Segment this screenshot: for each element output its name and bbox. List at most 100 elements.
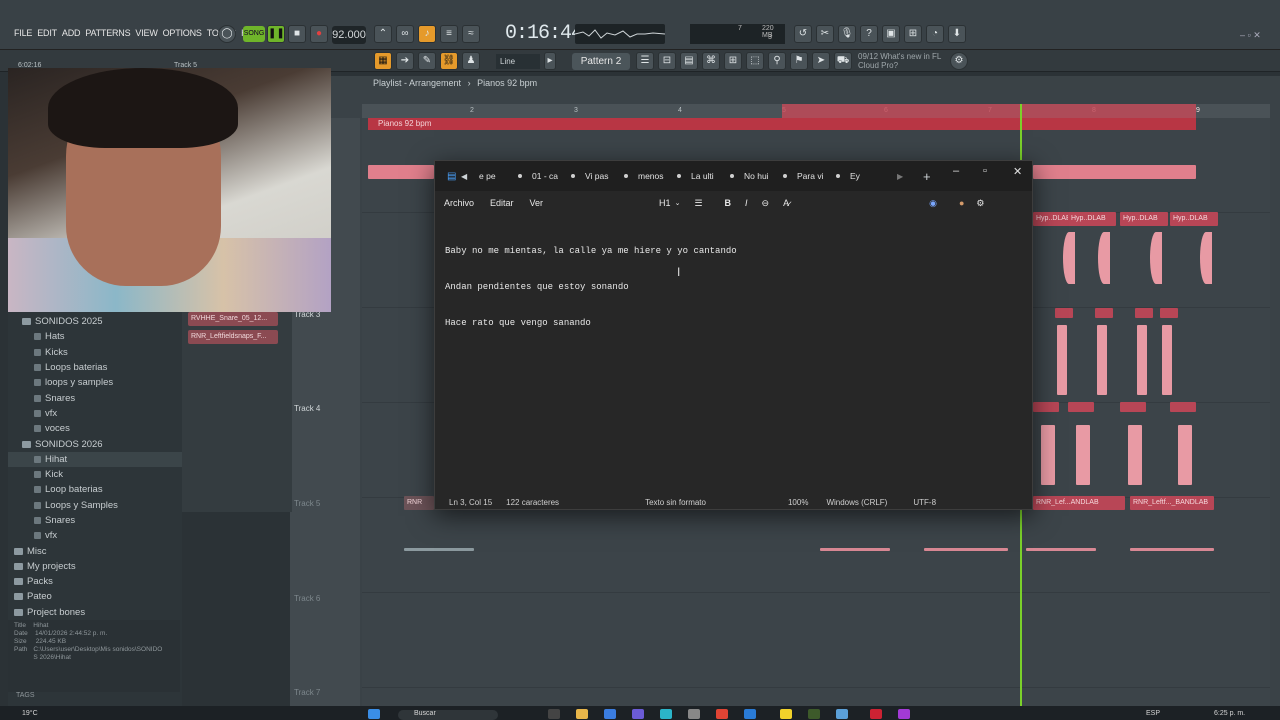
mic-icon[interactable]: 🎙 [838, 25, 856, 43]
tag-icon[interactable]: ⬚ [746, 52, 764, 70]
clip-waveform[interactable] [1041, 425, 1055, 485]
clip-waveform[interactable] [1026, 548, 1096, 551]
countdown-icon[interactable]: ♪ [418, 25, 436, 43]
browser-item[interactable]: loops y samples [8, 375, 182, 390]
notepad-tab[interactable]: e pe [473, 171, 526, 181]
plugin-icon[interactable]: ⊞ [904, 25, 922, 43]
store-icon[interactable] [604, 709, 616, 719]
new-tab-icon[interactable]: + [923, 169, 931, 184]
list-icon[interactable]: ☰ [694, 198, 702, 209]
browser-item[interactable]: Kicks [8, 345, 182, 360]
browser-item[interactable]: Snares [8, 513, 182, 528]
browser-item[interactable]: Hihat [8, 451, 182, 467]
piano-roll-icon[interactable]: ▤ [680, 52, 698, 70]
snap-select[interactable]: Line [496, 54, 540, 69]
pattern-selector[interactable]: Pattern 2 [572, 53, 630, 70]
menu-add[interactable]: ADD [62, 28, 81, 38]
cut-icon[interactable]: ✂ [816, 25, 834, 43]
browser-item[interactable]: Loop baterias [8, 482, 182, 497]
clip-small[interactable] [1160, 308, 1178, 318]
news-panel[interactable]: 09/12 What's new in FL Cloud Pro? [858, 52, 941, 70]
clip-hyp-dlab[interactable]: Hyp..DLAB [1120, 212, 1168, 226]
notepad-settings-icon[interactable]: ⚙ [976, 198, 984, 209]
browser-item[interactable]: SONIDOS 2026 [8, 436, 182, 451]
notepad-tab[interactable]: No hui [738, 171, 791, 181]
download-icon[interactable]: ⬇ [948, 25, 966, 43]
clip-hyp-dlab[interactable]: Hyp..DLAB [1170, 212, 1218, 226]
save-icon[interactable]: ▣ [882, 25, 900, 43]
clip-waveform[interactable] [1130, 548, 1214, 551]
loop-record-icon[interactable]: ∞ [396, 25, 414, 43]
menu-view[interactable]: VIEW [135, 28, 157, 38]
link-icon[interactable]: ⛓ [440, 52, 458, 70]
clip-hyp-dlab[interactable]: Hyp..DLAB [1068, 212, 1116, 226]
clip-small[interactable] [1135, 308, 1153, 318]
clip-waveform[interactable] [1200, 232, 1212, 284]
channel-rack-icon[interactable]: ⊟ [658, 52, 676, 70]
playlist-icon[interactable]: ▦ [374, 52, 392, 70]
menu-archivo[interactable]: Archivo [444, 198, 474, 208]
bold-icon[interactable]: B [725, 198, 732, 208]
metronome-icon[interactable]: ⌃ [374, 25, 392, 43]
teams-icon[interactable] [632, 709, 644, 719]
browser-item[interactable]: Pateo [8, 589, 182, 604]
word-icon[interactable] [744, 709, 756, 719]
explorer-icon[interactable] [576, 709, 588, 719]
sample-leftfieldsnaps[interactable]: RNR_Leftfieldsnaps_F... [188, 330, 278, 344]
audio-clip-wave[interactable] [368, 165, 434, 179]
menu-file[interactable]: FILE [14, 28, 32, 38]
tags-bar[interactable]: TAGS [8, 692, 180, 704]
menu-options[interactable]: OPTIONS [163, 28, 202, 38]
copilot-icon[interactable]: ◉ [929, 198, 937, 209]
link-icon[interactable]: ⊖ [762, 198, 770, 209]
clip-waveform[interactable] [1098, 232, 1110, 284]
clip-small[interactable] [1033, 402, 1059, 412]
tab-scroll-left-icon[interactable]: ◀ [461, 172, 473, 181]
browser-item[interactable]: Packs [8, 574, 182, 589]
browser-icon[interactable]: ⊞ [724, 52, 742, 70]
menu-edit[interactable]: EDIT [37, 28, 57, 38]
language-indicator[interactable]: ESP [1146, 710, 1160, 717]
notepad-tab[interactable]: 01 - ca [526, 171, 579, 181]
clip-rnr-leftfield[interactable]: RNR_Lef...ANDLAB [1033, 496, 1125, 510]
track-header[interactable]: Track 4 [290, 404, 360, 413]
clip-small[interactable] [1120, 402, 1146, 412]
clip-waveform[interactable] [1162, 325, 1172, 395]
settings-gear-icon[interactable]: ⚙ [950, 52, 968, 70]
clip-waveform[interactable] [1137, 325, 1147, 395]
browser-item[interactable]: vfx [8, 406, 182, 421]
browser-item[interactable]: Kick [8, 467, 182, 482]
profile-icon[interactable]: ● [959, 198, 964, 208]
status-zoom[interactable]: 100% [788, 498, 808, 507]
pattern-song-toggle-icon[interactable]: ◯ [218, 25, 236, 43]
minimize-icon[interactable]: – [953, 165, 959, 177]
pattern-clip-pianos[interactable]: Pianos 92 bpm [368, 118, 1196, 130]
status-encoding[interactable]: UTF-8 [913, 498, 936, 507]
pencil-icon[interactable]: ✎ [418, 52, 436, 70]
browser-item[interactable]: Loops baterias [8, 360, 182, 375]
chrome-icon[interactable] [716, 709, 728, 719]
chat-icon[interactable]: ◔ [926, 25, 944, 43]
taskbar-clock[interactable]: 6:25 p. m. [1214, 710, 1245, 717]
edge-icon[interactable] [660, 709, 672, 719]
clip-small[interactable] [1055, 308, 1073, 318]
clip-small[interactable] [1170, 402, 1196, 412]
italic-icon[interactable]: I [745, 198, 748, 208]
menu-patterns[interactable]: PATTERNS [85, 28, 130, 38]
marker-icon[interactable]: ⚑ [790, 52, 808, 70]
record-icon[interactable]: ● [310, 25, 328, 43]
plugin-picker-icon[interactable]: ⌘ [702, 52, 720, 70]
browser-item[interactable]: voces [8, 421, 182, 436]
notepad-tab[interactable]: Para vi [791, 171, 844, 181]
clip-waveform[interactable] [820, 548, 890, 551]
clip-waveform[interactable] [924, 548, 1008, 551]
obs-icon[interactable] [870, 709, 882, 719]
tab-scroll-right-icon[interactable]: ▶ [897, 172, 917, 181]
fish-icon[interactable]: ➤ [812, 52, 830, 70]
browser-item[interactable]: Hats [8, 329, 182, 344]
menu-editar[interactable]: Editar [490, 198, 514, 208]
clip-waveform[interactable] [1150, 232, 1162, 284]
browser-item[interactable]: Project bones [8, 605, 182, 620]
blend-notes-icon[interactable]: ≈ [462, 25, 480, 43]
stamp-icon[interactable]: ♟ [462, 52, 480, 70]
